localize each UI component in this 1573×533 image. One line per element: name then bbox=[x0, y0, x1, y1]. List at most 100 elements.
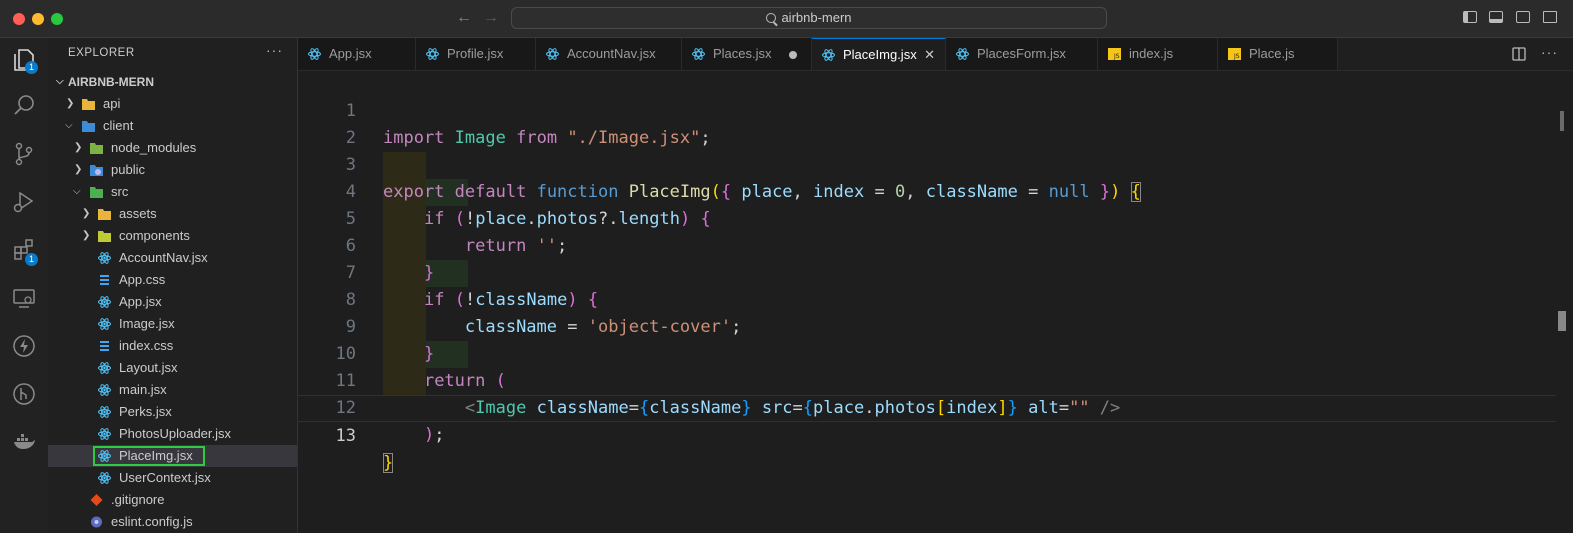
tree-folder-client[interactable]: ⌵ client bbox=[48, 115, 297, 137]
tree-folder-components[interactable]: ❯ components bbox=[48, 225, 297, 247]
code-line: 3 export default function PlaceImg({ pla… bbox=[298, 125, 1556, 202]
folder-node-icon bbox=[90, 143, 103, 154]
tree-label: api bbox=[103, 96, 121, 111]
toggle-panel-icon[interactable] bbox=[1489, 11, 1503, 23]
react-file-icon bbox=[98, 252, 111, 264]
tab-accountnav-jsx[interactable]: AccountNav.jsx bbox=[536, 38, 682, 70]
tree-label: public bbox=[111, 162, 145, 177]
tree-folder-api[interactable]: ❯ api bbox=[48, 93, 297, 115]
tab-label: AccountNav.jsx bbox=[567, 46, 656, 61]
forward-arrow-icon[interactable]: → bbox=[483, 9, 499, 27]
tab-placesform-jsx[interactable]: PlacesForm.jsx bbox=[946, 38, 1098, 70]
code-line: 11 <Image className={className} src={pla… bbox=[298, 341, 1556, 418]
react-file-icon bbox=[308, 48, 321, 60]
tree-label: .gitignore bbox=[111, 492, 165, 507]
tree-file-layout-jsx[interactable]: Layout.jsx bbox=[48, 357, 297, 379]
tab-place-js[interactable]: JS Place.js bbox=[1218, 38, 1338, 70]
source-control-icon bbox=[15, 142, 33, 166]
css-file-icon bbox=[100, 275, 109, 285]
more-actions-icon[interactable]: ··· bbox=[266, 42, 283, 58]
split-editor-icon[interactable] bbox=[1512, 47, 1526, 61]
git-graph-activity[interactable] bbox=[0, 372, 48, 416]
line-number: 13 bbox=[335, 426, 356, 446]
command-center-search[interactable]: airbnb-mern bbox=[511, 7, 1107, 29]
more-actions-icon[interactable]: ··· bbox=[1541, 44, 1558, 60]
tab-places-jsx[interactable]: Places.jsx bbox=[682, 38, 812, 70]
react-file-icon bbox=[98, 318, 111, 330]
toggle-sidebar-icon[interactable] bbox=[1463, 11, 1477, 23]
editor-scrollbar[interactable] bbox=[1558, 71, 1570, 533]
svg-text:JS: JS bbox=[1113, 53, 1120, 60]
close-window-button[interactable] bbox=[13, 13, 25, 25]
activity-bar: 1 1 bbox=[0, 38, 49, 533]
customize-layout-icon[interactable] bbox=[1543, 11, 1557, 23]
react-file-icon bbox=[98, 472, 111, 484]
minimize-window-button[interactable] bbox=[32, 13, 44, 25]
chevron-right-icon: ❯ bbox=[66, 98, 75, 109]
title-bar: ← → airbnb-mern bbox=[0, 0, 1573, 38]
tree-file-placeimg-jsx[interactable]: PlaceImg.jsx bbox=[48, 445, 297, 467]
folder-public-icon bbox=[90, 165, 103, 176]
react-file-icon bbox=[546, 48, 559, 60]
thunder-client-activity[interactable] bbox=[0, 324, 48, 368]
tree-label: components bbox=[119, 228, 190, 243]
react-file-icon bbox=[98, 428, 111, 440]
source-control-activity[interactable] bbox=[0, 132, 48, 176]
tree-label: node_modules bbox=[111, 140, 197, 155]
workspace-root[interactable]: ⌵ AIRBNB-MERN bbox=[48, 71, 297, 93]
react-file-icon bbox=[956, 48, 969, 60]
remote-explorer-activity[interactable] bbox=[0, 276, 48, 320]
extensions-activity[interactable]: 1 bbox=[0, 228, 48, 272]
back-arrow-icon[interactable]: ← bbox=[456, 9, 472, 27]
code-line: 8 className = 'object-cover'; bbox=[298, 260, 1556, 337]
tree-folder-node-modules[interactable]: ❯ node_modules bbox=[48, 137, 297, 159]
react-file-icon bbox=[98, 384, 111, 396]
scrollbar-thumb[interactable] bbox=[1560, 111, 1564, 131]
tree-file-accountnav[interactable]: AccountNav.jsx bbox=[48, 247, 297, 269]
tree-folder-assets[interactable]: ❯ assets bbox=[48, 203, 297, 225]
tab-profile-jsx[interactable]: Profile.jsx bbox=[416, 38, 536, 70]
tab-label: Places.jsx bbox=[713, 46, 772, 61]
run-debug-activity[interactable] bbox=[0, 180, 48, 224]
maximize-window-button[interactable] bbox=[51, 13, 63, 25]
tree-label: UserContext.jsx bbox=[119, 470, 211, 485]
tree-label: PlaceImg.jsx bbox=[119, 448, 193, 463]
tab-app-jsx[interactable]: App.jsx bbox=[298, 38, 416, 70]
tree-folder-public[interactable]: ❯ public bbox=[48, 159, 297, 181]
folder-src-icon bbox=[90, 187, 103, 198]
tree-file-perks-jsx[interactable]: Perks.jsx bbox=[48, 401, 297, 423]
tree-file-usercontext-jsx[interactable]: UserContext.jsx bbox=[48, 467, 297, 489]
docker-icon bbox=[14, 434, 35, 449]
toggle-secondary-sidebar-icon[interactable] bbox=[1516, 11, 1530, 23]
lightning-icon bbox=[13, 335, 35, 357]
git-file-icon bbox=[90, 494, 103, 506]
tree-file-app-css[interactable]: App.css bbox=[48, 269, 297, 291]
explorer-activity[interactable]: 1 bbox=[0, 38, 48, 82]
tree-file-app-jsx[interactable]: App.jsx bbox=[48, 291, 297, 313]
tree-folder-src[interactable]: ⌵ src bbox=[48, 181, 297, 203]
tree-file-main-jsx[interactable]: main.jsx bbox=[48, 379, 297, 401]
tab-label: Profile.jsx bbox=[447, 46, 504, 61]
folder-api-icon bbox=[82, 99, 95, 110]
docker-activity[interactable] bbox=[0, 420, 48, 464]
search-icon bbox=[766, 13, 777, 23]
close-tab-icon[interactable]: ✕ bbox=[924, 39, 935, 70]
code-text: ); bbox=[423, 425, 445, 445]
tab-index-js[interactable]: JS index.js bbox=[1098, 38, 1218, 70]
tree-file-photosuploader-jsx[interactable]: PhotosUploader.jsx bbox=[48, 423, 297, 445]
scrollbar-marker bbox=[1558, 311, 1566, 331]
tree-label: Image.jsx bbox=[119, 316, 175, 331]
tab-label: PlaceImg.jsx bbox=[843, 47, 917, 62]
tree-file-image-jsx[interactable]: Image.jsx bbox=[48, 313, 297, 335]
svg-text:JS: JS bbox=[1233, 53, 1240, 60]
tree-file-gitignore[interactable]: .gitignore bbox=[48, 489, 297, 511]
code-editor[interactable]: 1 import Image from "./Image.jsx"; 2 3 e… bbox=[298, 71, 1573, 533]
tree-file-index-css[interactable]: index.css bbox=[48, 335, 297, 357]
tree-file-eslint-config[interactable]: eslint.config.js bbox=[48, 511, 297, 533]
unsaved-dot-icon[interactable] bbox=[789, 51, 797, 59]
tab-placeimg-jsx[interactable]: PlaceImg.jsx ✕ bbox=[812, 38, 946, 70]
chevron-right-icon: ❯ bbox=[82, 230, 91, 241]
eslint-file-icon bbox=[91, 516, 102, 528]
chevron-right-icon: ❯ bbox=[74, 142, 83, 153]
search-activity[interactable] bbox=[0, 84, 48, 128]
